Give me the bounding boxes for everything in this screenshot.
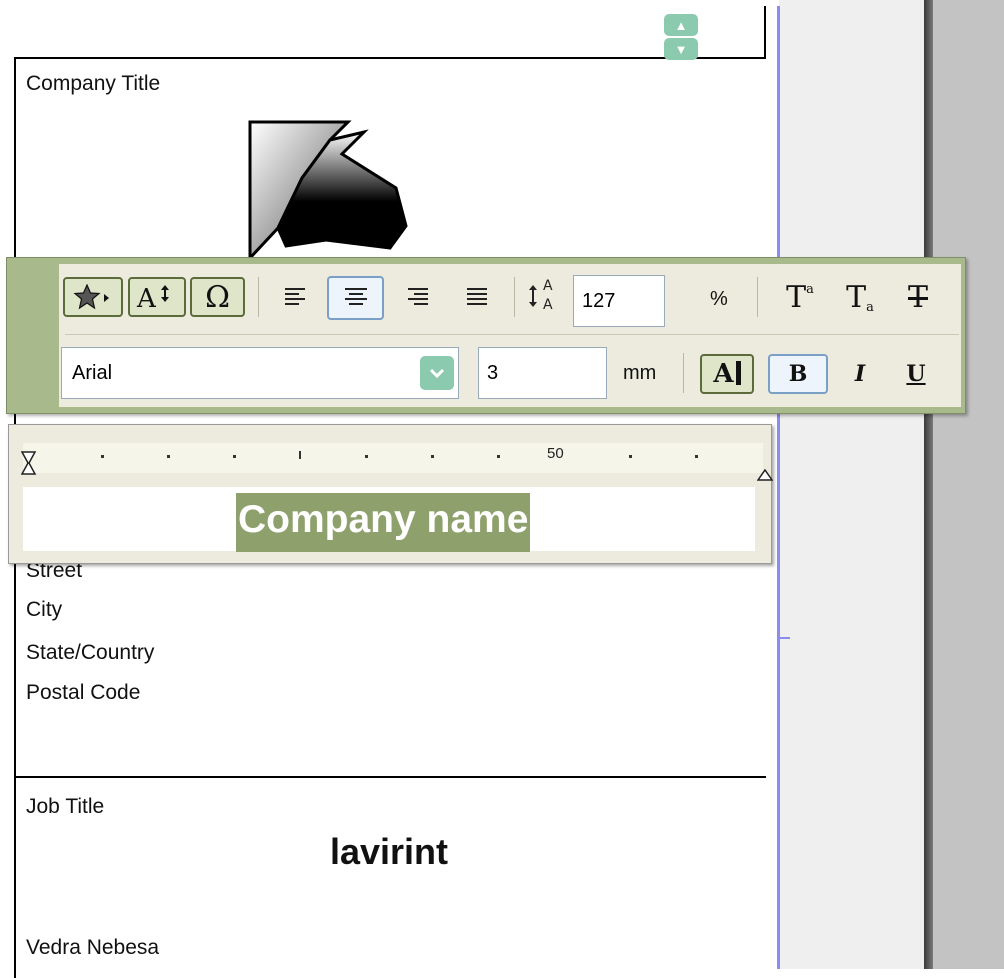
postal-code-label[interactable]: Postal Code (26, 681, 140, 705)
margin-guide[interactable] (777, 6, 780, 969)
footer-label[interactable]: Vedra Nebesa (26, 936, 159, 960)
page-shadow (924, 0, 933, 969)
align-left-button[interactable] (270, 277, 320, 317)
text-resize-icon: A (136, 284, 169, 312)
subscript-button[interactable]: Ta (838, 277, 882, 317)
italic-button[interactable]: I (840, 354, 880, 394)
svg-text:A: A (136, 284, 157, 312)
underline-icon: U (906, 361, 926, 387)
toolbar-separator (683, 353, 684, 393)
pasteboard (779, 0, 928, 969)
text-edit-panel: 50 Company name (8, 424, 773, 564)
ruler-tick (431, 455, 434, 458)
line-spacing-unit: % (710, 288, 728, 310)
ruler-tick (233, 455, 236, 458)
superscript-icon: Ta (786, 279, 814, 315)
line-spacing-button[interactable]: A A (522, 275, 568, 315)
stepper-down-icon[interactable]: ▼ (664, 38, 698, 60)
align-justify-button[interactable] (452, 277, 502, 317)
toolbar-separator (258, 277, 259, 317)
align-justify-icon (467, 288, 487, 305)
underline-button[interactable]: U (896, 354, 936, 394)
right-indent-marker-icon[interactable] (757, 469, 773, 481)
line-spacing-icon: A A (529, 278, 553, 313)
ruler-tick (299, 451, 301, 459)
align-center-button[interactable] (327, 276, 384, 320)
ruler-tick (101, 455, 104, 458)
stepper-up-icon[interactable]: ▲ (664, 14, 698, 36)
superscript-button[interactable]: Ta (778, 277, 822, 317)
ruler-tick (629, 455, 632, 458)
italic-icon: I (854, 361, 866, 387)
font-size-unit: mm (623, 362, 657, 384)
text-color-button[interactable]: A (700, 354, 754, 394)
align-right-icon (408, 288, 428, 305)
strikethrough-icon: T (907, 279, 928, 315)
toolbar-row-separator (65, 334, 959, 335)
strikethrough-button[interactable]: T (896, 277, 940, 317)
chevron-down-icon[interactable] (420, 356, 454, 390)
toolbar-separator (514, 277, 515, 317)
line-spacing-stepper[interactable]: ▲ ▼ (664, 14, 698, 60)
font-family-select[interactable]: Arial (61, 347, 459, 399)
align-right-button[interactable] (393, 277, 443, 317)
job-title-label[interactable]: Job Title (26, 795, 104, 819)
insert-special-button[interactable] (63, 277, 123, 317)
star-menu-icon (73, 284, 109, 310)
city-label[interactable]: City (26, 598, 62, 622)
bold-icon: B (788, 361, 808, 387)
text-edit-field[interactable]: Company name (23, 487, 755, 552)
ruler-number: 50 (547, 445, 564, 462)
company-title-label[interactable]: Company Title (26, 72, 160, 96)
align-left-icon (285, 288, 305, 305)
text-color-icon: A (713, 359, 741, 389)
workspace-background (933, 0, 1004, 969)
company-logo-image[interactable] (246, 118, 416, 268)
line-spacing-input[interactable]: 127 (573, 275, 665, 327)
svg-text:A: A (543, 278, 553, 294)
font-family-value: Arial (72, 361, 113, 384)
bold-button[interactable]: B (768, 354, 828, 394)
subscript-icon: Ta (846, 279, 874, 315)
left-indent-marker-icon[interactable] (21, 451, 37, 481)
toolbar-separator (757, 277, 758, 317)
omega-icon: Ω (205, 279, 230, 315)
svg-text:A: A (543, 297, 553, 313)
guide-tick (780, 637, 790, 639)
selected-text[interactable]: Company name (236, 493, 531, 552)
font-size-adjust-button[interactable]: A (128, 277, 186, 317)
symbol-button[interactable]: Ω (190, 277, 245, 317)
align-center-icon (344, 288, 367, 305)
person-name-text[interactable]: lavirint (0, 831, 778, 873)
ruler-tick (497, 455, 500, 458)
ruler-tick (695, 455, 698, 458)
font-size-input[interactable]: 3 (478, 347, 607, 399)
ruler[interactable]: 50 (21, 443, 773, 481)
ruler-tick (167, 455, 170, 458)
state-country-label[interactable]: State/Country (26, 641, 154, 665)
ruler-tick (365, 455, 368, 458)
